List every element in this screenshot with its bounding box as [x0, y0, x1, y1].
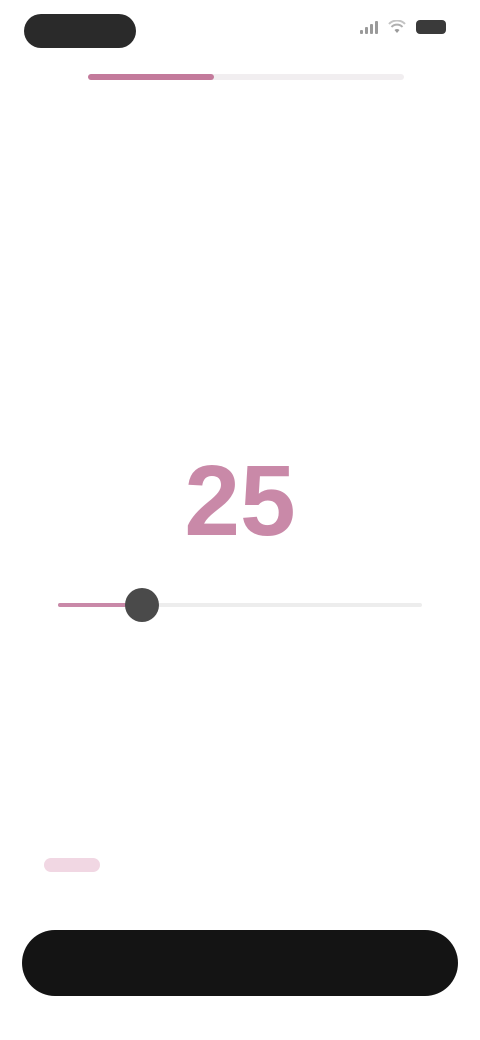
slider-thumb[interactable] — [124, 588, 159, 622]
onboarding-progress-bar — [88, 74, 404, 80]
continue-button[interactable] — [22, 930, 458, 996]
battery-icon — [416, 20, 446, 34]
signal-icon — [360, 20, 378, 34]
status-bar — [0, 0, 480, 60]
value-slider[interactable] — [58, 588, 422, 622]
dynamic-island — [24, 14, 136, 48]
selected-value: 25 — [184, 445, 296, 557]
footer-badge — [44, 858, 100, 872]
wifi-icon — [388, 20, 406, 33]
status-indicators — [360, 20, 446, 34]
footer-note — [44, 858, 436, 872]
onboarding-screen: 25 — [0, 0, 480, 1040]
onboarding-progress-fill — [88, 74, 215, 80]
